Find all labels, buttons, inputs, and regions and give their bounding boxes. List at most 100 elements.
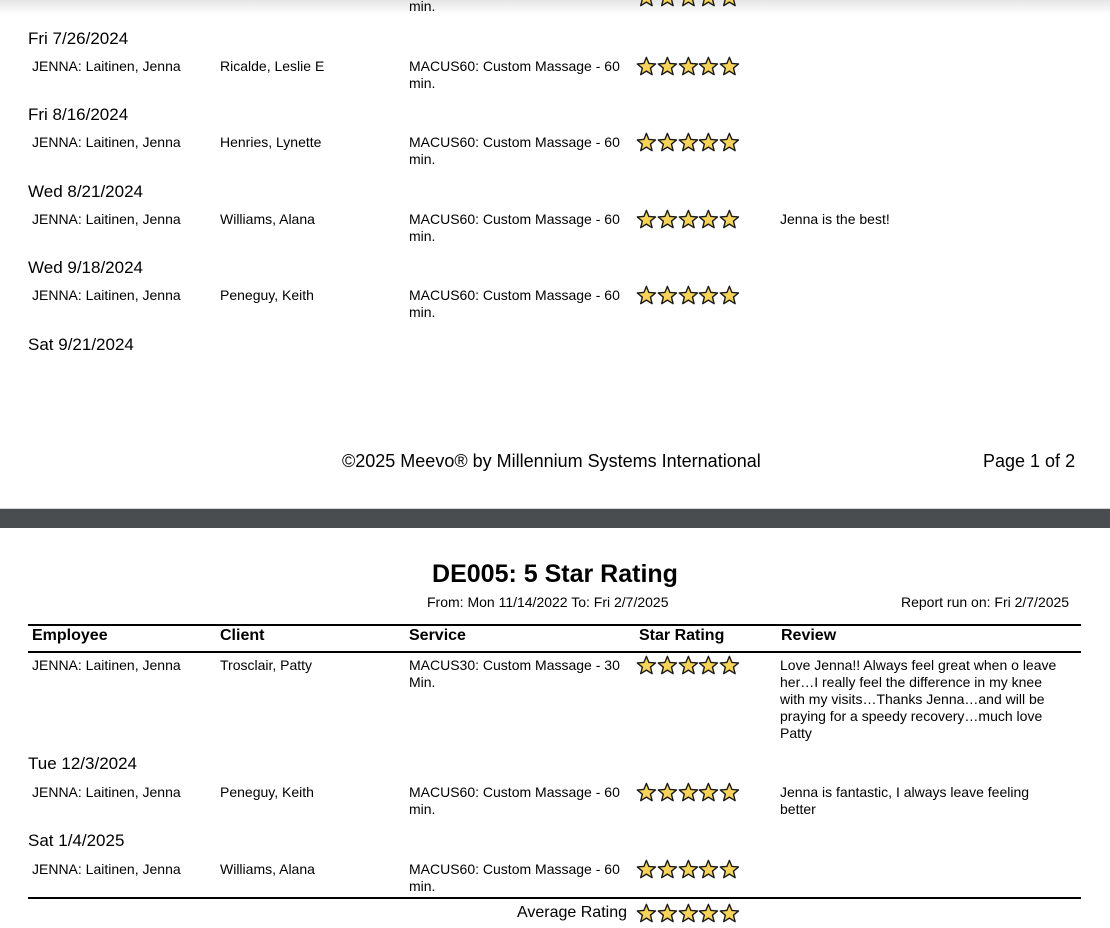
report-date-range: From: Mon 11/14/2022 To: Fri 2/7/2025 <box>427 594 669 610</box>
review-cell: Love Jenna!! Always feel great when o le… <box>780 657 1080 742</box>
service-line: MACUS60: Custom Massage - 60 <box>409 861 620 877</box>
star-icon <box>636 285 657 305</box>
star-icon <box>678 132 698 152</box>
star-icon <box>636 56 657 76</box>
star-icon <box>657 655 677 675</box>
star-icon <box>660 0 674 7</box>
review-line: Jenna is fantastic, I always leave feeli… <box>780 784 1030 800</box>
service-line: MACUS60: Custom Massage - 60 <box>409 58 620 74</box>
star-icon <box>698 859 719 879</box>
star-icon <box>719 56 740 76</box>
star-icon <box>657 132 677 152</box>
client-cell: Williams, Alana <box>220 211 315 227</box>
star-icon <box>678 903 698 923</box>
column-header-star-rating: Star Rating <box>639 627 725 644</box>
star-icon <box>657 903 677 923</box>
star-icon <box>698 132 719 152</box>
star-icon <box>636 655 657 675</box>
service-cell: MACUS60: Custom Massage - 60 min. <box>409 211 634 245</box>
group-date: Sat 9/21/2024 <box>28 335 134 354</box>
star-icon <box>719 285 740 305</box>
star-rating <box>636 858 740 884</box>
review-cell: Jenna is fantastic, I always leave feeli… <box>780 784 1080 818</box>
star-icon <box>636 903 657 923</box>
review-line: Love Jenna!! Always feel great when o le… <box>780 657 1057 673</box>
star-icon <box>678 655 698 675</box>
employee-cell: JENNA: Laitinen, Jenna <box>32 784 181 800</box>
star-icon <box>678 859 698 879</box>
service-cell: MACUS30: Custom Massage - 30 Min. <box>409 657 634 691</box>
review-line: her…I really feel the difference in my k… <box>780 674 1042 690</box>
star-rating <box>636 654 740 680</box>
table-bottom-rule <box>28 897 1081 899</box>
report-title-text: DE005: 5 Star Rating <box>432 560 678 588</box>
star-icon <box>636 782 657 802</box>
service-line: MACUS60: Custom Massage - 60 <box>409 784 620 800</box>
star-rating <box>636 781 740 807</box>
service-line: Min. <box>409 674 436 690</box>
service-cell: MACUS60: Custom Massage - 60 min. <box>409 784 634 818</box>
service-fragment: min. <box>409 0 436 14</box>
star-icon <box>636 859 657 879</box>
employee-cell: JENNA: Laitinen, Jenna <box>32 211 181 227</box>
service-line: min. <box>409 228 436 244</box>
star-icon <box>698 782 719 802</box>
review-line: Patty <box>780 725 812 741</box>
star-rating <box>636 208 740 234</box>
footer-copyright: ©2025 Meevo® by Millennium Systems Inter… <box>342 451 761 471</box>
service-line: min. <box>409 801 436 817</box>
employee-cell: JENNA: Laitinen, Jenna <box>32 134 181 150</box>
star-icon <box>657 859 677 879</box>
service-cell: MACUS60: Custom Massage - 60 min. <box>409 287 634 321</box>
star-icon <box>639 0 653 7</box>
star-rating <box>636 0 740 12</box>
star-rating <box>636 131 740 157</box>
star-icon <box>698 655 719 675</box>
star-icon <box>657 782 677 802</box>
star-icon <box>636 132 657 152</box>
service-line: min. <box>409 151 436 167</box>
employee-cell: JENNA: Laitinen, Jenna <box>32 58 181 74</box>
service-cell: MACUS60: Custom Massage - 60 min. <box>409 58 634 92</box>
header-bottom-rule <box>28 651 1081 653</box>
average-star-rating <box>636 902 740 928</box>
star-icon <box>723 0 736 7</box>
star-icon <box>719 209 740 229</box>
star-rating <box>636 55 740 81</box>
star-icon <box>657 56 677 76</box>
report-page-1: min. Fri 7/26/2024 JENNA: Laitinen, Jenn… <box>0 0 1110 508</box>
service-line: MACUS30: Custom Massage - 30 <box>409 657 620 673</box>
column-header-service: Service <box>409 627 466 644</box>
average-rating-label: Average Rating <box>517 904 627 921</box>
client-cell: Henries, Lynette <box>220 134 322 150</box>
service-cell: MACUS60: Custom Massage - 60 min. <box>409 134 634 168</box>
group-date: Sat 1/4/2025 <box>28 831 125 850</box>
star-rating <box>636 284 740 310</box>
group-date: Wed 9/18/2024 <box>28 258 143 277</box>
employee-cell: JENNA: Laitinen, Jenna <box>32 287 181 303</box>
review-line: with my visits…Thanks Jenna…and will be <box>780 691 1045 707</box>
group-date: Tue 12/3/2024 <box>28 754 138 773</box>
report-page-2: DE005: 5 Star Rating From: Mon 11/14/202… <box>0 528 1110 927</box>
employee-cell: JENNA: Laitinen, Jenna <box>32 657 181 673</box>
header-top-rule <box>28 624 1081 626</box>
report-run-date: Report run on: Fri 2/7/2025 <box>901 594 1070 610</box>
service-line: MACUS60: Custom Massage - 60 <box>409 287 620 303</box>
star-icon <box>678 56 698 76</box>
star-icon <box>698 903 719 923</box>
review-line: praying for a speedy recovery…much love <box>780 708 1043 724</box>
page-separator <box>0 508 1110 529</box>
client-cell: Peneguy, Keith <box>220 287 314 303</box>
group-date: Wed 8/21/2024 <box>28 182 143 201</box>
star-icon <box>698 285 719 305</box>
star-icon <box>698 209 719 229</box>
group-date: Fri 7/26/2024 <box>28 29 129 48</box>
star-icon <box>657 285 677 305</box>
client-cell: Ricalde, Leslie E <box>220 58 325 74</box>
service-line: MACUS60: Custom Massage - 60 <box>409 134 620 150</box>
report-title: DE005: 5 Star Rating <box>0 560 1110 589</box>
client-cell: Trosclair, Patty <box>220 657 313 673</box>
column-header-review: Review <box>781 627 837 644</box>
footer-page-number: Page 1 of 2 <box>983 451 1076 471</box>
service-line: min. <box>409 304 436 320</box>
